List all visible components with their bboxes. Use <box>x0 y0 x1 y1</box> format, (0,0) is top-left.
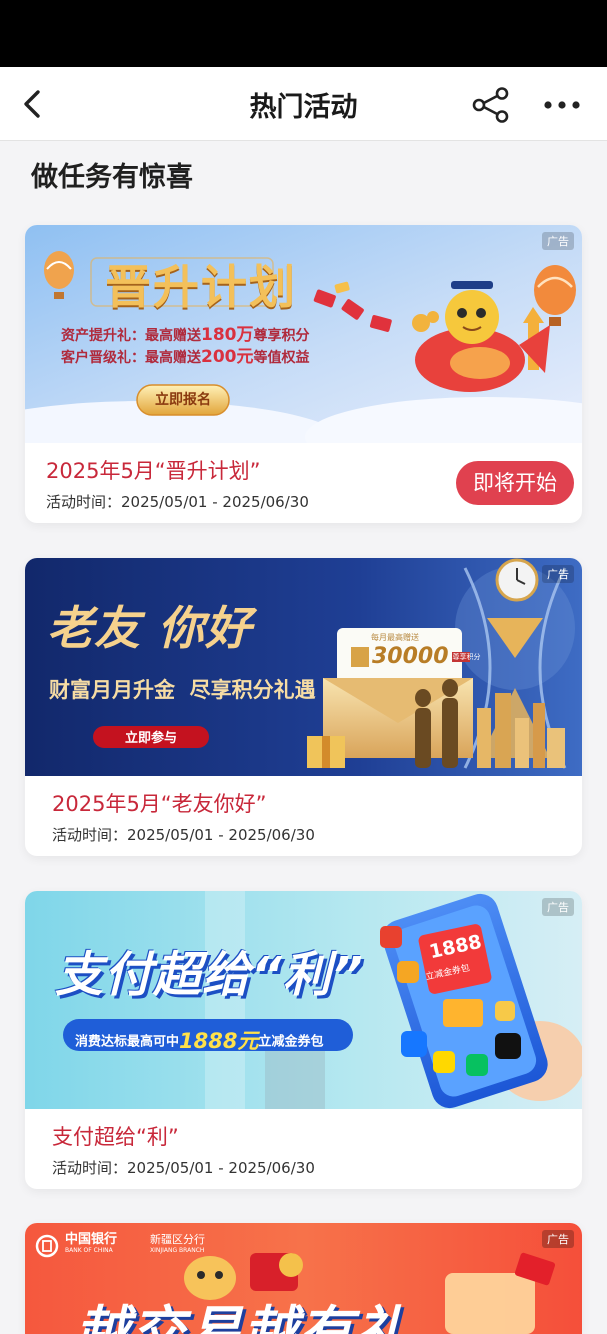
banner-sub-suffix: 立减金券包 <box>258 1034 324 1050</box>
share-icon[interactable] <box>470 86 512 124</box>
branch-name-cn: 新疆区分行 <box>150 1233 205 1246</box>
bank-name-en: BANK OF CHINA <box>65 1247 113 1254</box>
activity-card-trade-rewards[interactable]: 中国银行 BANK OF CHINA 新疆区分行 XINJIANG BRANCH… <box>25 1223 582 1334</box>
card-time: 活动时间：2025/05/01 - 2025/06/30 <box>46 493 309 511</box>
banner-hello-old-friend[interactable]: 老友 你好 财富月月升金 尽享积分礼遇 立即参与 每月最高赠送 30000 尊享积… <box>25 558 582 776</box>
banner-headline: 越交易越有礼 <box>75 1300 411 1334</box>
banner-sub-offer: 消费达标最高可中1888元立减金券包 <box>75 1025 323 1055</box>
banner-sub-value: 1888元 <box>179 1029 259 1053</box>
card-title: 支付超给“利” <box>52 1125 179 1149</box>
banner-payment-benefits[interactable]: 支付超给“利” 消费达标最高可中1888元立减金券包 1888 立减金券包 广告 <box>25 891 582 1109</box>
branch-label: 新疆区分行 XINJIANG BRANCH <box>150 1233 205 1255</box>
card-title: 2025年5月“老友你好” <box>52 792 267 816</box>
page-title: 热门活动 <box>249 92 358 123</box>
banner-line-upgrade-prefix: 客户晋级礼：最高赠送 <box>61 350 201 366</box>
nav-bar: 热门活动 <box>0 67 607 141</box>
banner-register-button[interactable]: 立即报名 <box>137 389 229 409</box>
envelope-value: 30000 尊享积分 <box>351 644 481 669</box>
card-time: 活动时间：2025/05/01 - 2025/06/30 <box>52 826 315 844</box>
status-bar <box>0 0 607 67</box>
envelope-points: 30000 <box>372 644 449 669</box>
banner-headline: 晋升计划 <box>105 260 297 314</box>
card-info: 2025年5月“老友你好” 活动时间：2025/05/01 - 2025/06/… <box>25 776 582 856</box>
ad-label: 广告 <box>542 1230 574 1248</box>
banner-sub-prefix: 消费达标最高可中 <box>75 1034 180 1050</box>
bank-logo: 中国银行 BANK OF CHINA <box>65 1233 117 1255</box>
ad-label: 广告 <box>542 232 574 250</box>
ad-label: 广告 <box>542 898 574 916</box>
ad-label: 广告 <box>542 565 574 583</box>
status-button[interactable]: 即将开始 <box>456 461 574 505</box>
activity-card-hello-old-friend[interactable]: 老友 你好 财富月月升金 尽享积分礼遇 立即参与 每月最高赠送 30000 尊享积… <box>25 558 582 856</box>
banner-headline: 老友 你好 <box>47 601 253 655</box>
banner-line-upgrade-suffix: 等值权益 <box>253 350 310 366</box>
banner-subline: 财富月月升金 尽享积分礼遇 <box>49 678 316 702</box>
banner-line-upgrade-value: 200元 <box>201 347 254 367</box>
bank-name-cn: 中国银行 <box>65 1232 118 1247</box>
activity-card-payment-benefits[interactable]: 支付超给“利” 消费达标最高可中1888元立减金券包 1888 立减金券包 广告… <box>25 891 582 1189</box>
envelope-caption: 每月最高赠送 <box>371 633 419 642</box>
card-info: 支付超给“利” 活动时间：2025/05/01 - 2025/06/30 <box>25 1109 582 1189</box>
card-time: 活动时间：2025/05/01 - 2025/06/30 <box>52 1159 315 1177</box>
card-title: 2025年5月“晋升计划” <box>46 459 261 483</box>
section-title: 做任务有惊喜 <box>31 162 193 193</box>
gift-icon <box>351 646 369 667</box>
banner-trade-rewards[interactable]: 中国银行 BANK OF CHINA 新疆区分行 XINJIANG BRANCH… <box>25 1223 582 1334</box>
banner-promotion-plan[interactable]: 晋升计划 资产提升礼：最高赠送180万尊享积分 客户晋级礼：最高赠送200元等值… <box>25 225 582 443</box>
more-options-icon[interactable] <box>538 87 586 123</box>
branch-name-en: XINJIANG BRANCH <box>150 1247 205 1254</box>
banner-join-button[interactable]: 立即参与 <box>93 727 209 746</box>
card-info: 2025年5月“晋升计划” 活动时间：2025/05/01 - 2025/06/… <box>25 443 582 523</box>
activity-card-promotion-plan[interactable]: 晋升计划 资产提升礼：最高赠送180万尊享积分 客户晋级礼：最高赠送200元等值… <box>25 225 582 523</box>
envelope-unit: 尊享积分 <box>451 651 481 662</box>
banner-line-upgrade: 客户晋级礼：最高赠送200元等值权益 <box>61 342 310 367</box>
banner-headline: 支付超给“利” <box>55 947 364 1003</box>
